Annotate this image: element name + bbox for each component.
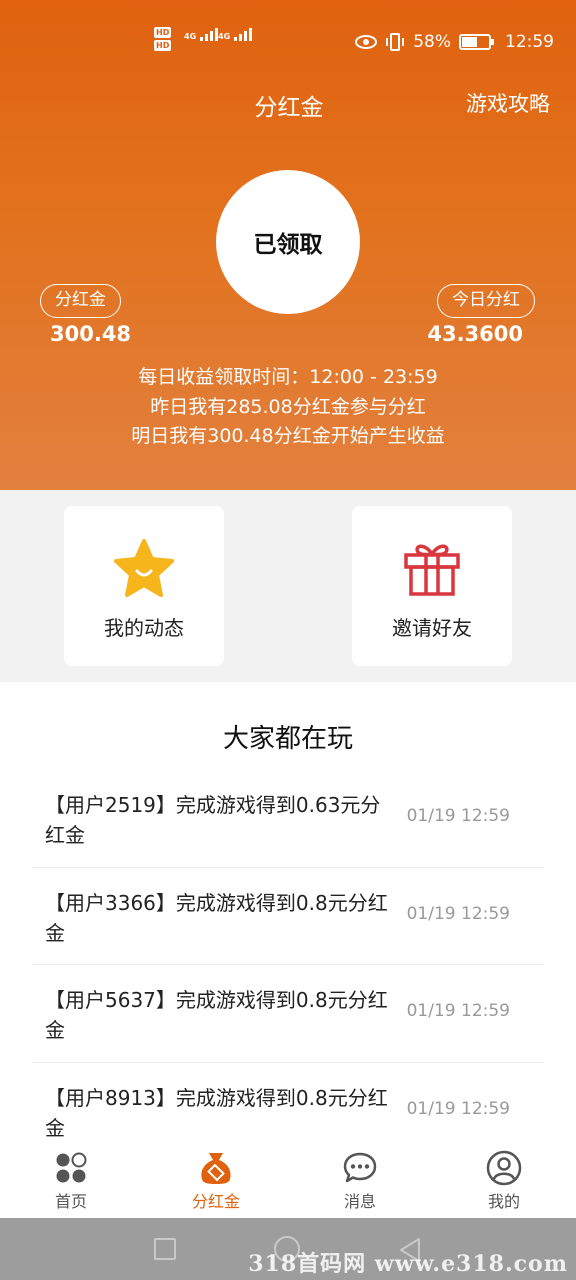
signal-strength-icon: 4G xyxy=(218,28,253,41)
claim-button[interactable]: 已领取 xyxy=(216,170,360,314)
activity-section: 大家都在玩 【用户2519】完成游戏得到0.63元分红金 01/19 12:59… xyxy=(0,682,576,1152)
activity-feed: 【用户2519】完成游戏得到0.63元分红金 01/19 12:59 【用户33… xyxy=(32,770,544,1160)
activity-message: 【用户5637】完成游戏得到0.8元分红金 xyxy=(45,988,388,1042)
activity-title: 大家都在玩 xyxy=(222,724,353,754)
user-profile-icon xyxy=(459,1148,549,1188)
signal-strength-icon: 4G xyxy=(184,28,219,41)
hd-badge: HD HD xyxy=(154,27,172,51)
hero-header: HD HD 4G 4G 58% 12:59 分红金 游戏攻略 已领取 分红金 3… xyxy=(0,0,576,490)
earnings-info: 每日收益领取时间：12:00 - 23:59 昨日我有285.08分红金参与分红… xyxy=(0,363,576,452)
battery-icon xyxy=(459,34,494,50)
activity-message: 【用户3366】完成游戏得到0.8元分红金 xyxy=(45,890,388,945)
dividend-gold-value: 300.48 xyxy=(50,322,132,346)
tab-home[interactable]: 首页 xyxy=(26,1148,116,1212)
activity-time: 01/19 12:59 xyxy=(406,1001,510,1021)
invite-friends-label: 邀请好友 xyxy=(392,616,472,640)
activity-time: 01/19 12:59 xyxy=(406,1098,510,1119)
tab-dividend[interactable]: 分红金 xyxy=(171,1148,261,1212)
star-smile-icon xyxy=(112,538,176,602)
list-item: 【用户2519】完成游戏得到0.63元分红金 01/19 12:59 xyxy=(32,770,544,868)
info-line-claim-time: 每日收益领取时间：12:00 - 23:59 xyxy=(138,366,438,388)
chat-bubble-icon xyxy=(315,1148,405,1188)
game-guide-link[interactable]: 游戏攻略 xyxy=(466,88,550,118)
invite-friends-card[interactable]: 邀请好友 xyxy=(352,506,512,666)
activity-message: 【用户8913】完成游戏得到0.8元分红金 xyxy=(45,1085,388,1140)
tab-profile[interactable]: 我的 xyxy=(459,1148,549,1212)
status-right: 58% 12:59 xyxy=(355,32,554,52)
gift-icon xyxy=(402,538,462,602)
recent-apps-icon[interactable] xyxy=(154,1238,176,1260)
activity-message: 【用户2519】完成游戏得到0.63元分红金 xyxy=(45,793,381,847)
vibrate-icon xyxy=(386,33,405,51)
watermark: 318首码网 www.e318.com xyxy=(248,1251,568,1277)
money-bag-icon xyxy=(171,1148,261,1188)
bottom-tab-bar: 首页 分红金 消息 我的 xyxy=(0,1140,576,1218)
my-activity-label: 我的动态 xyxy=(104,616,184,640)
tab-home-label: 首页 xyxy=(54,1192,87,1211)
tab-profile-label: 我的 xyxy=(487,1192,520,1211)
tab-dividend-label: 分红金 xyxy=(191,1192,240,1211)
activity-time: 01/19 12:59 xyxy=(406,903,510,924)
today-dividend-value: 43.3600 xyxy=(427,322,523,346)
system-nav-bar: 318首码网 www.e318.com xyxy=(0,1218,576,1280)
tab-messages[interactable]: 消息 xyxy=(315,1148,405,1212)
list-item: 【用户5637】完成游戏得到0.8元分红金 01/19 12:59 xyxy=(32,965,544,1063)
info-line-yesterday: 昨日我有285.08分红金参与分红 xyxy=(150,395,426,418)
info-line-tomorrow: 明日我有300.48分红金开始产生收益 xyxy=(131,425,445,447)
battery-percent: 58% xyxy=(413,32,451,52)
activity-time: 01/19 12:59 xyxy=(406,806,510,826)
eye-icon xyxy=(355,35,378,49)
dividend-gold-label: 分红金 xyxy=(40,284,121,318)
home-dots-icon xyxy=(26,1148,116,1188)
clock: 12:59 xyxy=(505,32,554,52)
list-item: 【用户3366】完成游戏得到0.8元分红金 01/19 12:59 xyxy=(32,868,544,965)
tab-messages-label: 消息 xyxy=(343,1192,376,1211)
today-dividend-label: 今日分红 xyxy=(437,284,535,318)
status-bar: HD HD 4G 4G 58% 12:59 xyxy=(0,22,576,66)
my-activity-card[interactable]: 我的动态 xyxy=(64,506,224,666)
